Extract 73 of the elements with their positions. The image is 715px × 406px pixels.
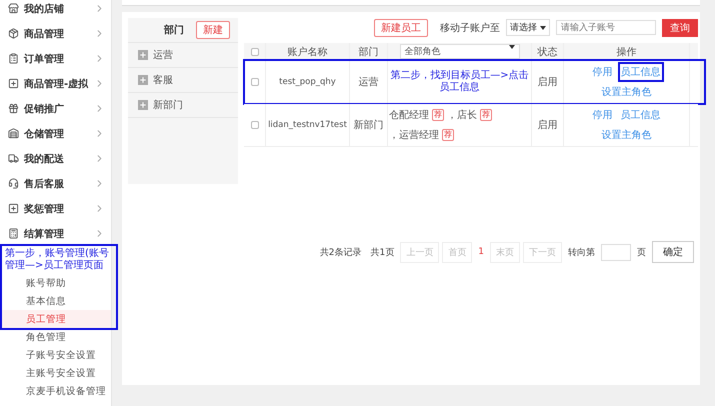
table-cell: 新部门 [350, 104, 388, 146]
menu-item[interactable]: 我的店铺 [0, 0, 111, 21]
menu-item[interactable]: 订单管理 [0, 46, 111, 71]
menu-item[interactable]: 促销推广 [0, 96, 111, 121]
submenu-item[interactable]: 账号帮助 [0, 274, 111, 292]
plus-icon [138, 100, 148, 110]
table-cell: 运营 [350, 61, 388, 103]
plus-square-icon [8, 203, 19, 214]
search-field[interactable]: 请输入子账号 [556, 20, 656, 35]
plus-icon [138, 50, 148, 60]
new-employee-button[interactable]: 新建员工 [374, 18, 428, 36]
page-input[interactable] [601, 244, 631, 260]
department-select[interactable]: 请选择 [506, 19, 550, 36]
role-name: ，运营经理 [389, 128, 439, 142]
role-name: ，店长 [447, 108, 477, 122]
page-unit: 页 [637, 246, 646, 258]
table-cell: 启用 [532, 61, 564, 103]
plus-icon [138, 75, 148, 85]
department-item[interactable]: 运营 [128, 43, 238, 68]
checkbox[interactable] [250, 121, 258, 129]
action-link[interactable]: 停用 [590, 62, 616, 82]
department-item[interactable]: 客服 [128, 68, 238, 93]
clipboard-icon [8, 53, 19, 64]
plus-square-icon [8, 78, 19, 89]
warehouse-icon [8, 128, 19, 139]
menu-item[interactable]: 商品管理 [0, 21, 111, 46]
menu-item[interactable]: 结算管理 [0, 221, 111, 246]
menu-item[interactable]: 仓储管理 [0, 121, 111, 146]
gift-icon [8, 103, 19, 114]
column-header: 部门 [350, 43, 388, 60]
current-page[interactable]: 1 [478, 247, 484, 257]
menu-item[interactable]: 我的配送 [0, 146, 111, 171]
submenu-item[interactable]: 员工管理 [0, 310, 111, 328]
record-count: 共2条记录 [320, 246, 362, 258]
package-icon [8, 28, 19, 39]
submenu-item[interactable]: 主账号安全设置 [0, 364, 111, 382]
annotation-text: 第二步，找到目标员工—>点击员工信息 [389, 70, 530, 94]
confirm-button[interactable]: 确定 [652, 241, 694, 263]
annotation-text: 第一步，账号管理(账号管理—>员工管理页面 [0, 246, 118, 274]
table-cell: lidan_testnv17test [266, 104, 350, 146]
role-filter-select[interactable]: 全部角色 [400, 44, 520, 59]
table-cell: 启用 [532, 104, 564, 146]
query-button[interactable]: 查询 [662, 18, 698, 36]
move-label: 移动子账户至 [440, 22, 500, 34]
department-title: 部门 [164, 23, 184, 37]
column-header: 操作 [564, 43, 690, 60]
truck-icon [8, 153, 19, 164]
submenu-item[interactable]: 京麦手机设备管理 [0, 382, 111, 400]
role-tag: 荐 [480, 109, 492, 121]
department-item[interactable]: 新部门 [128, 93, 238, 118]
dropdown-icon [540, 26, 546, 30]
store-icon [8, 3, 19, 14]
goto-label: 转向第 [568, 246, 595, 258]
submenu-item[interactable]: 基本信息 [0, 292, 111, 310]
menu-item[interactable]: 奖惩管理 [0, 196, 111, 221]
column-header: 账户名称 [266, 43, 350, 60]
dropdown-icon [508, 45, 514, 49]
role-name: 仓配经理 [389, 109, 429, 122]
role-tag: 荐 [442, 129, 454, 141]
column-header: 状态 [532, 43, 564, 60]
submenu-item[interactable]: 角色管理 [0, 328, 111, 346]
submenu-item[interactable]: 子账号安全设置 [0, 346, 111, 364]
headset-icon [8, 178, 19, 189]
action-link[interactable]: 停用 [590, 105, 616, 125]
checkbox[interactable] [250, 48, 258, 56]
checkbox[interactable] [250, 78, 258, 86]
menu-item[interactable]: 商品管理-虚拟 [0, 71, 111, 96]
page-count: 共1页 [370, 246, 394, 258]
menu-item[interactable]: 售后客服 [0, 171, 111, 196]
table-cell: test_pop_qhy [266, 61, 350, 103]
calculator-icon [8, 228, 19, 239]
role-tag: 荐 [432, 109, 444, 121]
new-button[interactable]: 新建 [196, 21, 230, 39]
